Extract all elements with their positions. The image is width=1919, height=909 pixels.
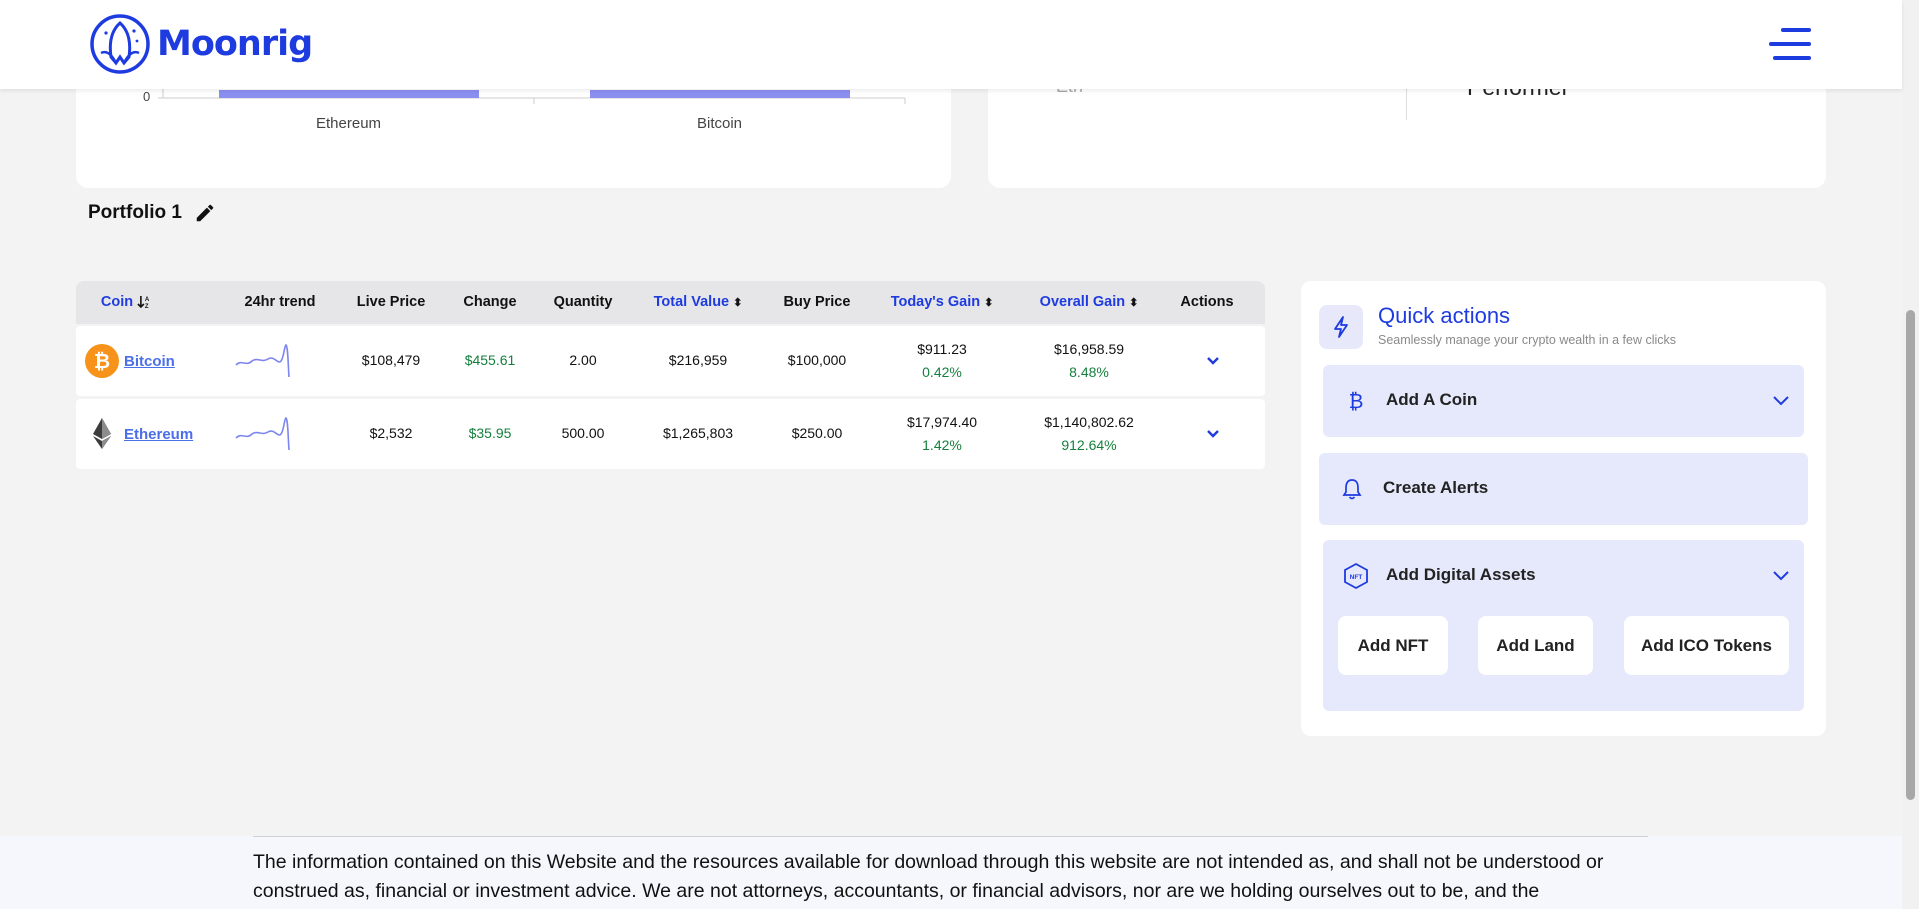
menu-icon[interactable] xyxy=(1769,28,1811,60)
sort-icon: ⬍ xyxy=(1129,296,1139,309)
svg-text:₿: ₿ xyxy=(1349,389,1364,413)
brand-name: Moonrig xyxy=(157,24,313,64)
price-change: $35.95 xyxy=(468,425,512,441)
sort-coin-header[interactable]: Coin A Z xyxy=(101,294,151,310)
header-total-value-label: Total Value xyxy=(653,294,730,310)
portfolio-title: Portfolio 1 xyxy=(88,202,216,224)
nft-icon: NFT xyxy=(1344,562,1368,590)
header-quantity: Quantity xyxy=(553,294,613,310)
add-coin-accordion[interactable]: ₿ Add A Coin xyxy=(1323,365,1804,437)
disclaimer-text: The information contained on this Websit… xyxy=(253,851,1604,902)
add-land-button[interactable]: Add Land xyxy=(1478,616,1593,675)
moonrig-logo-icon xyxy=(90,14,150,74)
header-change: Change xyxy=(463,294,517,310)
buy-price: $250.00 xyxy=(791,425,843,441)
header-todays-gain-label: Today's Gain xyxy=(890,294,981,310)
todays-gain-value: $911.23 xyxy=(917,341,967,357)
card-divider xyxy=(1406,88,1407,120)
header-buy-price: Buy Price xyxy=(783,294,851,310)
quick-actions-subtitle: Seamlessly manage your crypto wealth in … xyxy=(1378,333,1677,347)
sort-todays-gain-header[interactable]: Today's Gain ⬍ xyxy=(891,294,994,310)
header-overall-gain-label: Overall Gain xyxy=(1039,294,1126,310)
chart-bar-ethereum xyxy=(219,90,479,98)
site-header: Moonrig xyxy=(0,0,1902,89)
sort-overall-gain-header[interactable]: Overall Gain ⬍ xyxy=(1040,294,1139,310)
svg-text:NFT: NFT xyxy=(1350,574,1363,581)
header-trend: 24hr trend xyxy=(244,294,316,310)
svg-text:Z: Z xyxy=(145,304,149,309)
add-digital-assets-label[interactable]: Add Digital Assets xyxy=(1386,565,1536,585)
sort-az-icon: A Z xyxy=(137,296,150,309)
trend-sparkline xyxy=(235,416,290,451)
lightning-icon xyxy=(1319,305,1363,349)
expand-row-chevron-icon[interactable] xyxy=(1206,429,1220,439)
live-price: $108,479 xyxy=(361,352,421,368)
overall-gain: $1,140,802.62 912.64% xyxy=(1044,411,1134,457)
create-alerts-label: Create Alerts xyxy=(1383,478,1489,497)
total-value: $1,265,803 xyxy=(662,425,734,441)
sort-icon: ⬍ xyxy=(733,296,743,309)
sort-icon: ⬍ xyxy=(984,296,994,309)
todays-gain-value: $17,974.40 xyxy=(906,414,978,430)
overall-gain: $16,958.59 8.48% xyxy=(1054,338,1124,384)
sort-total-value-header[interactable]: Total Value ⬍ xyxy=(654,294,743,310)
table-row: Ethereum $2,532 $35.95 500.00 $1,265,803… xyxy=(76,399,1265,469)
add-coin-label: Add A Coin xyxy=(1386,390,1478,409)
coin-link-bitcoin[interactable]: Bitcoin xyxy=(124,353,175,370)
header-live-price: Live Price xyxy=(356,294,426,310)
todays-gain-percent: 1.42% xyxy=(922,437,962,453)
quantity: 500.00 xyxy=(561,425,605,441)
bitcoin-outline-icon: ₿ xyxy=(1349,389,1364,413)
svg-text:₿: ₿ xyxy=(94,349,110,373)
chart-x-label-bitcoin: Bitcoin xyxy=(697,115,743,132)
todays-gain: $17,974.40 1.42% xyxy=(907,411,977,457)
footer-divider xyxy=(253,836,1648,837)
edit-pencil-icon[interactable] xyxy=(194,202,216,224)
expand-row-chevron-icon[interactable] xyxy=(1206,356,1220,366)
buy-price: $100,000 xyxy=(787,352,847,368)
add-nft-button[interactable]: Add NFT xyxy=(1338,616,1448,675)
table-row: ₿ Bitcoin $108,479 $455.61 2.00 $216,959… xyxy=(76,326,1265,396)
page-scrollbar[interactable] xyxy=(1902,0,1919,909)
svg-text:A: A xyxy=(145,297,150,303)
chart-y-tick-zero: 0 xyxy=(143,89,151,104)
ethereum-icon xyxy=(93,418,111,449)
portfolio-name: Portfolio 1 xyxy=(88,202,182,223)
overall-gain-percent: 8.48% xyxy=(1069,364,1109,380)
chart-bar-bitcoin xyxy=(590,90,850,98)
chevron-down-icon[interactable] xyxy=(1772,570,1790,582)
overall-gain-value: $1,140,802.62 xyxy=(1044,414,1134,430)
overall-gain-value: $16,958.59 xyxy=(1053,341,1125,357)
table-header: Coin A Z 24hr trend Live Price Change Qu… xyxy=(76,281,1265,324)
todays-gain: $911.23 0.42% xyxy=(917,338,967,384)
holdings-table: Coin A Z 24hr trend Live Price Change Qu… xyxy=(76,281,1265,469)
chevron-down-icon xyxy=(1773,396,1789,406)
create-alerts-button[interactable]: Create Alerts xyxy=(1319,453,1808,525)
scrollbar-thumb[interactable] xyxy=(1906,310,1915,800)
overall-gain-percent: 912.64% xyxy=(1061,437,1117,453)
site-footer: The information contained on this Websit… xyxy=(0,836,1902,909)
add-ico-tokens-button[interactable]: Add ICO Tokens xyxy=(1624,616,1789,675)
coin-cell: ₿ Bitcoin xyxy=(84,343,175,379)
trend-sparkline xyxy=(235,343,290,378)
bell-icon xyxy=(1342,479,1362,500)
brand-logo[interactable]: Moonrig xyxy=(89,13,313,75)
chart-x-label-ethereum: Ethereum xyxy=(316,115,382,132)
todays-gain-percent: 0.42% xyxy=(922,364,962,380)
bitcoin-icon: ₿ xyxy=(85,344,119,378)
quick-actions-title: Quick actions xyxy=(1378,303,1511,328)
header-coin-label: Coin xyxy=(100,294,134,310)
quantity: 2.00 xyxy=(569,352,597,368)
header-actions: Actions xyxy=(1180,294,1234,310)
total-value: $216,959 xyxy=(668,352,728,368)
quick-actions-panel: Quick actions Seamlessly manage your cry… xyxy=(1301,281,1826,736)
price-change: $455.61 xyxy=(464,352,516,368)
coin-link-ethereum[interactable]: Ethereum xyxy=(124,426,193,443)
coin-cell: Ethereum xyxy=(84,416,193,452)
live-price: $2,532 xyxy=(369,425,413,441)
